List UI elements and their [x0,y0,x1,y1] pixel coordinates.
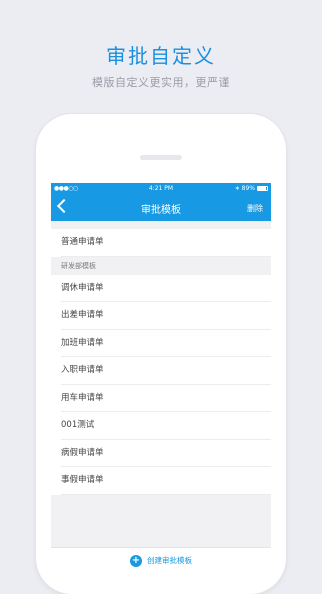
list-item[interactable]: 出差申请单 [51,302,271,330]
top-list: 普通申请单 [51,229,271,257]
list-item[interactable]: 事假申请单 [51,467,271,495]
list-item[interactable]: 加班申请单 [51,329,271,357]
list-item[interactable]: 001测试 [51,412,271,440]
phone-speaker [140,155,182,160]
list-item[interactable]: 用车申请单 [51,384,271,412]
list-item[interactable]: 普通申请单 [51,229,271,257]
template-list: 调休申请单 出差申请单 加班申请单 入职申请单 用车申请单 001测试 病假申请… [51,274,271,495]
create-template-label: 创建审批模板 [147,556,192,565]
promo-subtitle: 模版自定义更实用，更严谨 [92,76,230,89]
list-item[interactable]: 调休申请单 [51,274,271,302]
section-header: 研发部模板 [51,256,271,275]
battery-icon [257,186,268,191]
plus-circle-icon: + [130,554,142,567]
page-title: 审批模板 [141,205,181,216]
delete-button[interactable]: 删除 [247,203,263,214]
promo-title: 审批自定义 [106,44,216,68]
nav-bar: 审批模板 删除 [51,195,271,221]
create-template-button[interactable]: + 创建审批模板 [51,547,271,572]
bluetooth-icon: ∗ [234,185,240,192]
phone-screen: ●●●○○ 4:21 PM ∗ 89% 审批模板 删除 普通申请单 研发部模板 … [51,183,271,572]
status-bar: ●●●○○ 4:21 PM ∗ 89% [51,183,271,195]
battery-group: ∗ 89% [235,185,268,192]
battery-percent: 89% [241,185,255,192]
list-item[interactable]: 病假申请单 [51,439,271,467]
battery-fill [258,187,266,190]
list-item[interactable]: 入职申请单 [51,357,271,385]
